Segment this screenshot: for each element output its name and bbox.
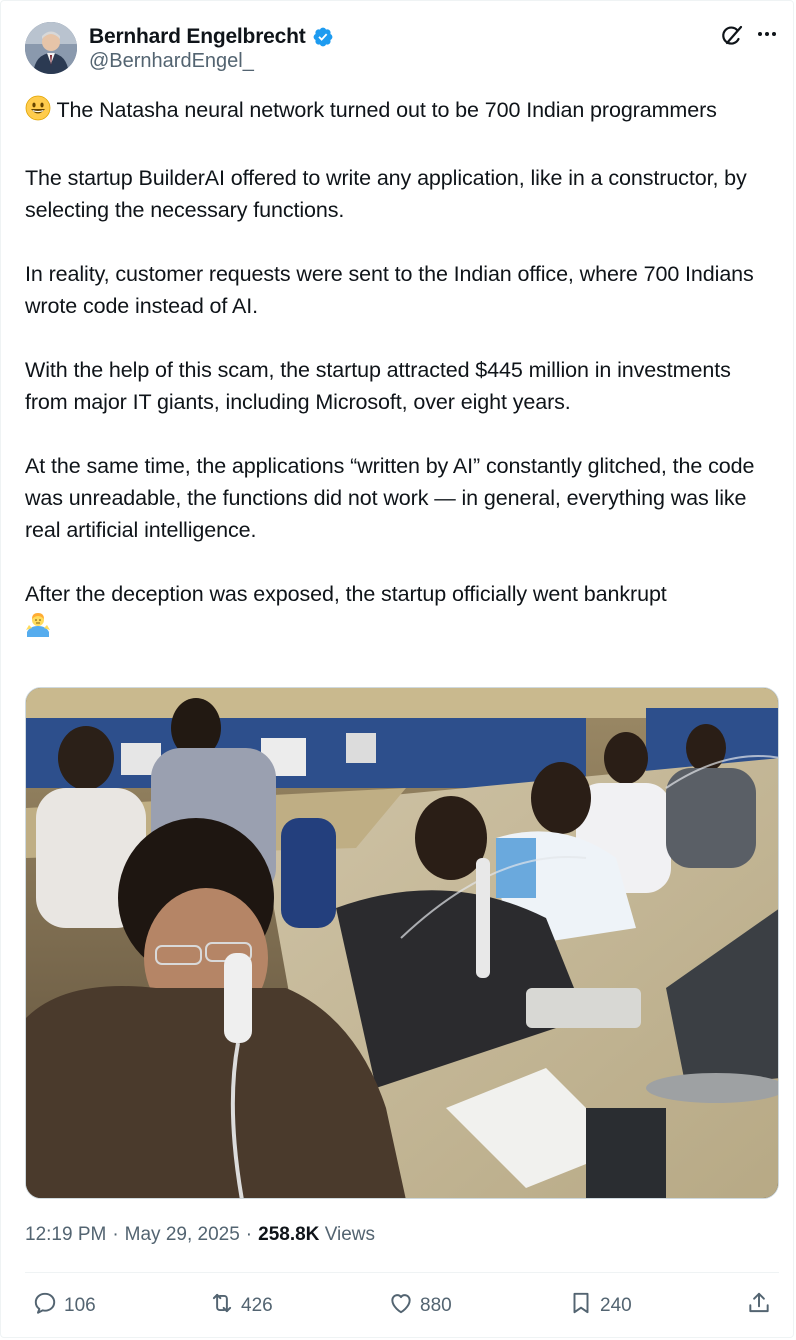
- tweet-meta: 12:19 PM · May 29, 2025 · 258.8K Views: [25, 1224, 375, 1246]
- views-label: Views: [324, 1224, 376, 1245]
- bookmark-icon: [568, 1290, 594, 1322]
- reply-button[interactable]: 106: [32, 1290, 96, 1322]
- author-name-row: Bernhard Engelbrecht: [89, 24, 334, 50]
- meta-separator: ·: [245, 1224, 253, 1245]
- repost-icon: [209, 1290, 235, 1322]
- tweet-paragraph: The startup BuilderAI offered to write a…: [25, 162, 775, 226]
- tweet-photo[interactable]: [25, 687, 779, 1199]
- tweet-text: The Natasha neural network turned out to…: [25, 94, 775, 646]
- bookmark-button[interactable]: 240: [568, 1290, 632, 1322]
- paragraph-text: The startup BuilderAI offered to write a…: [25, 166, 747, 222]
- paragraph-text: In reality, customer requests were sent …: [25, 262, 754, 318]
- share-icon: [746, 1290, 772, 1322]
- paragraph-text: With the help of this scam, the startup …: [25, 358, 731, 414]
- tweet-paragraph: With the help of this scam, the startup …: [25, 354, 775, 418]
- reply-icon: [32, 1290, 58, 1322]
- paragraph-text: The Natasha neural network turned out to…: [56, 98, 717, 122]
- bookmark-count: 240: [600, 1295, 632, 1316]
- reply-count: 106: [64, 1295, 96, 1316]
- man-shrugging-emoji: [25, 611, 51, 646]
- more-options-icon[interactable]: [754, 20, 780, 48]
- tweet-paragraph: At the same time, the applications “writ…: [25, 450, 775, 546]
- like-button[interactable]: 880: [388, 1290, 452, 1322]
- grok-icon[interactable]: [718, 22, 746, 50]
- repost-count: 426: [241, 1295, 273, 1316]
- repost-button[interactable]: 426: [209, 1290, 273, 1322]
- like-count: 880: [420, 1295, 452, 1316]
- meta-separator: ·: [112, 1224, 119, 1245]
- share-button[interactable]: [746, 1290, 772, 1322]
- paragraph-text: At the same time, the applications “writ…: [25, 454, 755, 542]
- verified-badge-icon: [312, 26, 334, 48]
- author-handle[interactable]: @BernhardEngel_: [89, 50, 254, 73]
- tweet-date[interactable]: May 29, 2025: [125, 1224, 240, 1246]
- tweet-paragraph: After the deception was exposed, the sta…: [25, 578, 775, 646]
- tweet-paragraph: In reality, customer requests were sent …: [25, 258, 775, 322]
- paragraph-text: After the deception was exposed, the sta…: [25, 582, 667, 606]
- divider: [25, 1272, 779, 1273]
- views-count: 258.8K: [258, 1224, 320, 1245]
- author-name[interactable]: Bernhard Engelbrecht: [89, 25, 306, 49]
- grinning-face-emoji: [25, 95, 51, 130]
- tweet-paragraph: The Natasha neural network turned out to…: [25, 94, 775, 130]
- heart-icon: [388, 1290, 414, 1322]
- tweet-time[interactable]: 12:19 PM: [25, 1224, 106, 1246]
- author-avatar[interactable]: [25, 22, 77, 74]
